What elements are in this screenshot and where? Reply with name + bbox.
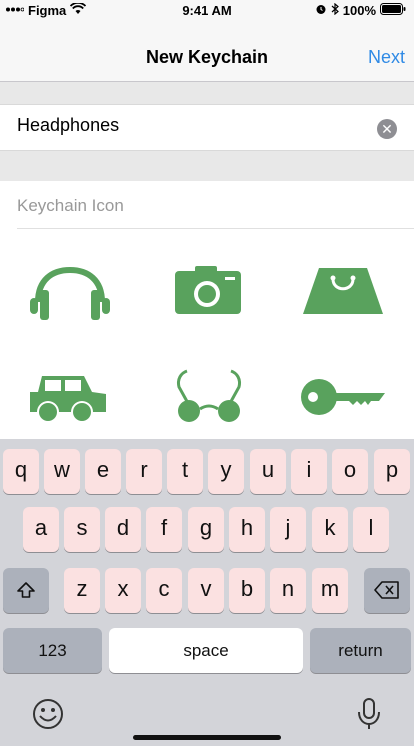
- key-o[interactable]: o: [332, 449, 368, 494]
- key-i[interactable]: i: [291, 449, 327, 494]
- key-s[interactable]: s: [64, 507, 100, 552]
- key-y[interactable]: y: [208, 449, 244, 494]
- key-l[interactable]: l: [353, 507, 389, 552]
- key-z[interactable]: z: [64, 568, 100, 613]
- space-key[interactable]: space: [109, 628, 303, 673]
- camera-icon[interactable]: [175, 266, 241, 319]
- key-icon[interactable]: [301, 375, 385, 424]
- key-d[interactable]: d: [105, 507, 141, 552]
- name-row: ✕: [0, 104, 414, 151]
- bluetooth-icon: [331, 2, 339, 18]
- key-k[interactable]: k: [312, 507, 348, 552]
- alarm-icon: [315, 3, 327, 18]
- delete-key[interactable]: [364, 568, 410, 613]
- microphone-icon[interactable]: [356, 697, 382, 736]
- shift-arrow-icon: [16, 576, 36, 601]
- key-p[interactable]: p: [374, 449, 410, 494]
- backspace-icon: [374, 576, 400, 601]
- shopping-bag-icon[interactable]: [303, 268, 383, 319]
- divider: [17, 228, 414, 229]
- key-v[interactable]: v: [188, 568, 224, 613]
- key-h[interactable]: h: [229, 507, 265, 552]
- key-r[interactable]: r: [126, 449, 162, 494]
- key-u[interactable]: u: [250, 449, 286, 494]
- page-title: New Keychain: [145, 47, 269, 67]
- navigation-bar: New Keychain Next: [0, 22, 414, 82]
- emoji-icon[interactable]: [32, 698, 64, 735]
- battery-icon: [380, 3, 406, 18]
- key-x[interactable]: x: [105, 568, 141, 613]
- key-j[interactable]: j: [270, 507, 306, 552]
- section-spacer: [0, 82, 414, 104]
- close-icon: ✕: [381, 121, 393, 137]
- keyboard: q w e r t y u i o p a s d f g h j k l z …: [0, 439, 414, 746]
- key-e[interactable]: e: [85, 449, 121, 494]
- headphones-icon[interactable]: [28, 264, 112, 327]
- key-w[interactable]: w: [44, 449, 80, 494]
- key-c[interactable]: c: [146, 568, 182, 613]
- keychain-icon-label: Keychain Icon: [17, 196, 124, 215]
- next-button[interactable]: Next: [368, 47, 405, 68]
- numbers-key[interactable]: 123: [3, 628, 102, 673]
- section-spacer: [0, 151, 414, 181]
- key-b[interactable]: b: [229, 568, 265, 613]
- glasses-icon[interactable]: [173, 365, 245, 428]
- battery-percent: 100%: [342, 3, 376, 18]
- status-bar: Figma 9:41 AM 100%: [0, 0, 414, 22]
- keychain-name-input[interactable]: [17, 115, 357, 136]
- key-g[interactable]: g: [188, 507, 224, 552]
- status-right: 100%: [315, 2, 406, 18]
- key-a[interactable]: a: [23, 507, 59, 552]
- return-key[interactable]: return: [310, 628, 411, 673]
- key-m[interactable]: m: [312, 568, 348, 613]
- shift-key[interactable]: [3, 568, 49, 613]
- key-f[interactable]: f: [146, 507, 182, 552]
- key-n[interactable]: n: [270, 568, 306, 613]
- key-t[interactable]: t: [167, 449, 203, 494]
- car-icon[interactable]: [28, 372, 108, 429]
- key-q[interactable]: q: [3, 449, 39, 494]
- home-indicator[interactable]: [133, 735, 281, 740]
- clear-text-button[interactable]: ✕: [377, 119, 397, 139]
